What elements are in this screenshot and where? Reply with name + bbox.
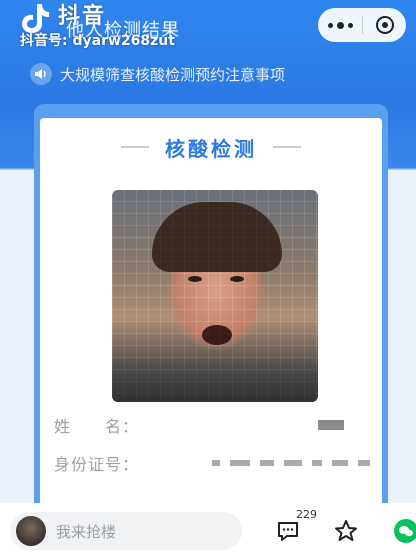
person-photo <box>112 190 318 402</box>
photo-pixelation <box>112 190 318 402</box>
title-dash-left <box>121 146 149 148</box>
avatar <box>16 516 46 546</box>
name-redacted <box>318 420 344 430</box>
header: 抖音 他人检测结果 抖音号: dyarw268zut <box>0 0 416 58</box>
card-title-row: 核酸检测 <box>40 132 382 162</box>
name-field-row: 姓 名： <box>54 410 374 440</box>
watermark-user-id: 抖音号: dyarw268zut <box>20 33 175 49</box>
id-field-row: 身份证号： <box>54 448 374 478</box>
id-redacted <box>212 460 370 466</box>
id-label: 身份证号： <box>54 455 140 474</box>
notice-bar[interactable]: 大规模筛查核酸检测预约注意事项 <box>30 60 285 88</box>
wechat-icon[interactable] <box>390 515 416 547</box>
comment-placeholder: 我来抢楼 <box>56 522 117 541</box>
bottom-bar: 我来抢楼 <box>0 503 416 559</box>
comment-count-badge: 229 <box>296 508 317 521</box>
title-dash-right <box>273 146 301 148</box>
notice-text: 大规模筛查核酸检测预约注意事项 <box>60 65 286 84</box>
card-title: 核酸检测 <box>165 136 257 161</box>
comment-input[interactable]: 我来抢楼 <box>10 512 242 550</box>
name-label: 姓 名： <box>54 417 140 436</box>
miniprogram-capsule <box>318 8 406 42</box>
speaker-icon <box>30 63 52 85</box>
close-miniprogram-icon[interactable] <box>363 8 406 42</box>
result-card: 核酸检测 姓 名： 身份证号： <box>40 118 382 513</box>
star-icon[interactable] <box>330 515 362 547</box>
more-icon[interactable] <box>318 8 362 42</box>
